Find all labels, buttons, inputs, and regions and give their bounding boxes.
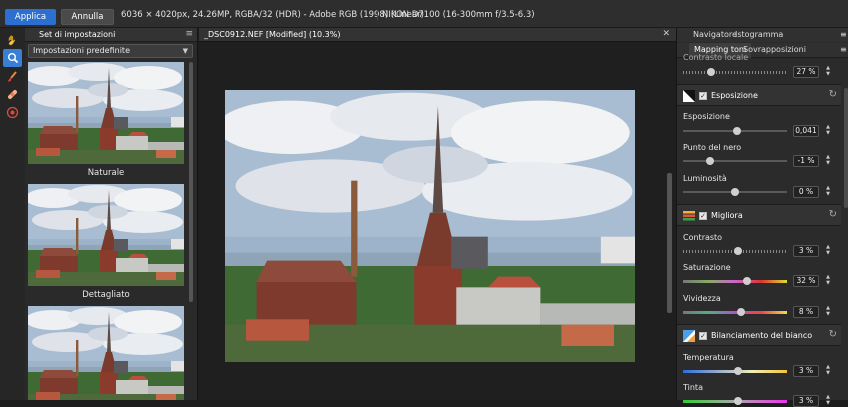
- preset-thumb-naturale[interactable]: [28, 62, 184, 164]
- tint-slider[interactable]: [683, 397, 787, 405]
- menu-icon[interactable]: ≡: [840, 45, 847, 54]
- contrast-slider[interactable]: [683, 247, 787, 255]
- local-contrast-value[interactable]: 27 %: [793, 66, 819, 78]
- stepper-icon[interactable]: ▲ ▼: [823, 124, 833, 137]
- document-title: _DSC0912.NEF [Modified] (10.3%): [204, 30, 341, 39]
- stepper-icon[interactable]: ▲ ▼: [823, 364, 833, 377]
- apply-button[interactable]: Applica: [5, 9, 56, 25]
- black-point-label: Punto del nero: [683, 143, 742, 152]
- bandage-icon[interactable]: [3, 85, 22, 103]
- document-view: _DSC0912.NEF [Modified] (10.3%) ✕: [199, 28, 676, 400]
- photo-canvas[interactable]: [225, 90, 635, 362]
- menu-icon[interactable]: ≡: [185, 29, 193, 39]
- tab-navigatore[interactable]: Navigatore: [693, 30, 737, 39]
- stepper-icon[interactable]: ▲ ▼: [823, 394, 833, 407]
- brightness-label: Luminosità: [683, 174, 727, 183]
- top-panel-tabs: Navigatore Istogramma ≡: [677, 28, 848, 42]
- exposure-icon: [683, 90, 695, 102]
- cancel-button[interactable]: Annulla: [61, 9, 114, 25]
- temperature-slider[interactable]: [683, 367, 787, 375]
- stepper-icon[interactable]: ▲ ▼: [823, 274, 833, 287]
- exposure-title: Esposizione: [711, 91, 758, 100]
- camera-info: NIKON D7100 (16-300mm f/3.5-6.3): [377, 10, 535, 20]
- reset-icon[interactable]: ↻: [829, 209, 837, 220]
- panel-scrollbar[interactable]: [844, 88, 848, 208]
- canvas-scrollbar[interactable]: [667, 173, 672, 313]
- zoom-icon[interactable]: [3, 49, 22, 67]
- tint-value[interactable]: 3 %: [793, 395, 819, 407]
- white-balance-icon: [683, 330, 695, 342]
- saturation-value[interactable]: 32 %: [793, 275, 819, 287]
- context-toolbar: Applica Annulla 6036 × 4020px, 24.26MP, …: [0, 0, 848, 28]
- stepper-icon[interactable]: ▲ ▼: [823, 185, 833, 198]
- contrast-label: Contrasto: [683, 233, 723, 242]
- exposure-checkbox[interactable]: ✓: [699, 92, 707, 100]
- preset-thumb-dettagliato[interactable]: [28, 184, 184, 286]
- reset-icon[interactable]: ↻: [829, 89, 837, 100]
- stepper-icon[interactable]: ▲ ▼: [823, 154, 833, 167]
- temperature-value[interactable]: 3 %: [793, 365, 819, 377]
- white-balance-checkbox[interactable]: ✓: [699, 332, 707, 340]
- exposure-value[interactable]: 0,041: [793, 125, 819, 137]
- stepper-icon[interactable]: ▲ ▼: [823, 244, 833, 257]
- tab-sovrapposizioni[interactable]: Sovrapposizioni: [743, 45, 806, 54]
- preset-category-select[interactable]: Impostazioni predefinite ▼: [28, 44, 193, 58]
- enhance-section-header[interactable]: ✓ Migliora ↻: [677, 204, 841, 226]
- preset-label: Naturale: [87, 168, 125, 178]
- temperature-label: Temperatura: [683, 353, 734, 362]
- close-icon[interactable]: ✕: [662, 29, 670, 39]
- local-contrast-slider[interactable]: [683, 68, 787, 76]
- brightness-slider[interactable]: [683, 188, 787, 196]
- brush-icon[interactable]: [3, 67, 22, 85]
- vibrance-slider[interactable]: [683, 308, 787, 316]
- menu-icon[interactable]: ≡: [840, 30, 847, 39]
- tint-label: Tinta: [683, 383, 703, 392]
- black-point-slider[interactable]: [683, 157, 787, 165]
- tab-istogramma[interactable]: Istogramma: [735, 30, 783, 39]
- redeye-icon[interactable]: [3, 103, 22, 121]
- hand-icon[interactable]: [3, 31, 22, 49]
- tools-panel: [0, 28, 25, 400]
- preset-label: Dettagliato: [82, 290, 130, 300]
- reset-icon[interactable]: ↻: [829, 329, 837, 340]
- document-tab[interactable]: _DSC0912.NEF [Modified] (10.3%) ✕: [199, 28, 676, 42]
- vibrance-label: Vividezza: [683, 294, 721, 303]
- presets-tab[interactable]: Set di impostazioni: [39, 30, 115, 39]
- saturation-label: Saturazione: [683, 263, 731, 272]
- enhance-checkbox[interactable]: ✓: [699, 212, 707, 220]
- exposure-slider[interactable]: [683, 127, 787, 135]
- enhance-icon: [683, 210, 695, 222]
- presets-panel: Set di impostazioni ≡ Impostazioni prede…: [25, 28, 198, 400]
- vibrance-value[interactable]: 8 %: [793, 306, 819, 318]
- preset-thumb[interactable]: [28, 306, 184, 400]
- presets-scrollbar[interactable]: [189, 62, 193, 302]
- preset-category-value: Impostazioni predefinite: [33, 46, 130, 55]
- enhance-title: Migliora: [711, 211, 743, 220]
- stepper-icon[interactable]: ▲ ▼: [823, 65, 833, 78]
- saturation-slider[interactable]: [683, 277, 787, 285]
- contrast-value[interactable]: 3 %: [793, 245, 819, 257]
- local-contrast-label: Contrasto locale: [683, 53, 749, 62]
- chevron-down-icon: ▼: [182, 47, 188, 55]
- exposure-label: Esposizione: [683, 112, 730, 121]
- white-balance-section-header[interactable]: ✓ Bilanciamento del bianco ↻: [677, 324, 841, 346]
- black-point-value[interactable]: -1 %: [793, 155, 819, 167]
- white-balance-title: Bilanciamento del bianco: [711, 331, 813, 340]
- presets-panel-header: Set di impostazioni ≡: [25, 28, 197, 42]
- exposure-section-header[interactable]: ✓ Esposizione ↻: [677, 84, 841, 106]
- tone-mapping-studio-panel: Navigatore Istogramma ≡ Mapping toni Sov…: [676, 28, 848, 407]
- stepper-icon[interactable]: ▲ ▼: [823, 305, 833, 318]
- brightness-value[interactable]: 0 %: [793, 186, 819, 198]
